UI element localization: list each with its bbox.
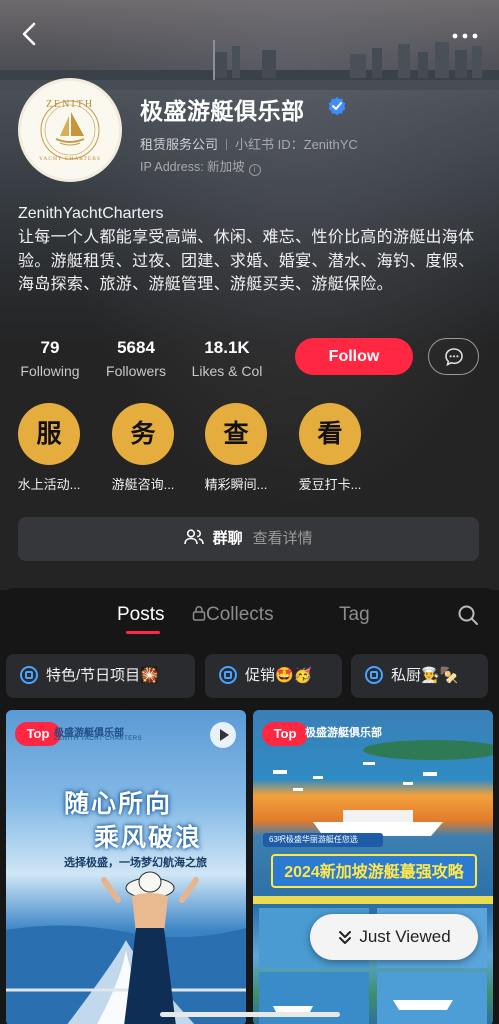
group-chat-title: 群聊 xyxy=(212,530,243,547)
album-chip-festival[interactable]: 特色/节日项目🎇 xyxy=(6,654,195,698)
album-chip-label: 私厨👨‍🍳🍢 xyxy=(391,667,459,684)
service-caption: 水上活动... xyxy=(17,477,81,492)
service-item-moments[interactable]: 查 精彩瞬间... xyxy=(188,403,284,493)
lock-icon xyxy=(192,605,206,621)
avatar-logo-subtext: YACHT CHARTERS xyxy=(38,156,101,162)
album-chip-label: 特色/节日项目🎇 xyxy=(46,667,159,684)
profile-meta: 租赁服务公司 小红书 ID：ZenithYC xyxy=(140,134,358,153)
album-icon xyxy=(219,666,237,684)
stat-following[interactable]: 79 Following xyxy=(18,338,82,379)
just-viewed-label: Just Viewed xyxy=(359,927,451,946)
album-icon xyxy=(365,666,383,684)
card-strip: 63呎极盛华丽游艇任您选 xyxy=(263,833,383,847)
ip-address-text: IP Address: 新加坡 xyxy=(140,160,245,174)
stat-label: Likes & Col xyxy=(191,363,263,379)
service-icon: 务 xyxy=(112,403,174,465)
group-chat-bar[interactable]: 群聊 查看详情 xyxy=(18,517,479,561)
group-people-icon xyxy=(184,529,205,545)
stat-value: 79 xyxy=(40,338,60,357)
tab-tag[interactable]: Tag xyxy=(339,604,370,626)
stat-likes-collects[interactable]: 18.1K Likes & Col xyxy=(186,338,268,379)
tab-bar: Posts Collects Tag xyxy=(0,588,499,644)
album-chip-chef[interactable]: 私厨👨‍🍳🍢 xyxy=(351,654,488,698)
card-headline-2: 乘风破浪 xyxy=(94,823,203,852)
chat-bubble-icon xyxy=(445,348,463,367)
service-caption: 爱豆打卡... xyxy=(298,477,362,492)
search-icon[interactable] xyxy=(457,604,479,626)
post-card-1[interactable]: Top 极盛游艇俱乐部 ZENITH YACHT CHARTERS 随心所向 乘… xyxy=(6,710,246,1024)
stat-label: Followers xyxy=(106,363,166,379)
avatar[interactable]: ZENITH YACHT CHARTERS xyxy=(18,78,122,182)
stat-value: 18.1K xyxy=(204,338,250,357)
service-icon: 看 xyxy=(299,403,361,465)
woman-in-hat-image xyxy=(101,871,199,1024)
video-play-icon xyxy=(210,722,236,748)
card-headline-1: 随心所向 xyxy=(64,789,173,818)
divider xyxy=(226,139,228,150)
album-chip-label: 促销🤩🥳 xyxy=(245,667,313,684)
active-tab-indicator xyxy=(126,631,160,634)
service-item-activities[interactable]: 服 水上活动... xyxy=(1,403,97,493)
service-item-consult[interactable]: 务 游艇咨询... xyxy=(95,403,191,493)
home-indicator[interactable] xyxy=(160,1012,340,1017)
verified-badge-icon xyxy=(328,97,346,116)
group-chat-detail: 查看详情 xyxy=(252,530,313,547)
service-caption: 精彩瞬间... xyxy=(204,477,268,492)
profile-name: 极盛游艇俱乐部 xyxy=(140,98,305,124)
album-icon xyxy=(20,666,38,684)
double-chevron-down-icon xyxy=(339,931,352,944)
tab-posts[interactable]: Posts xyxy=(117,604,165,626)
message-button[interactable] xyxy=(428,338,479,375)
top-badge: Top xyxy=(262,722,308,746)
stat-value: 5684 xyxy=(117,338,155,357)
post-card-2[interactable]: Top 极盛游艇俱乐部 63呎极盛华丽游艇任您选 2024新加坡游艇蕞强攻略 xyxy=(253,710,493,1024)
album-chip-promo[interactable]: 促销🤩🥳 xyxy=(205,654,342,698)
card-tagline: 选择极盛，一场梦幻航海之旅 xyxy=(64,857,207,869)
service-icon: 服 xyxy=(18,403,80,465)
back-arrow-icon[interactable] xyxy=(14,18,46,50)
sailboat-logo-icon xyxy=(40,100,100,160)
service-item-checkin[interactable]: 看 爱豆打卡... xyxy=(282,403,378,493)
profile-id: 小红书 ID：ZenithYC xyxy=(235,137,358,152)
follow-button[interactable]: Follow xyxy=(295,338,413,375)
tab-collects[interactable]: Collects xyxy=(192,604,274,626)
profile-header: ZENITH YACHT CHARTERS 极盛游艇俱乐部 租赁服务公司 小红书 … xyxy=(0,0,499,590)
more-options-icon[interactable] xyxy=(445,18,485,50)
just-viewed-button[interactable]: Just Viewed xyxy=(310,914,478,960)
service-icon: 查 xyxy=(205,403,267,465)
card-brand-sub: ZENITH YACHT CHARTERS xyxy=(54,736,143,742)
profile-category: 租赁服务公司 xyxy=(140,137,219,152)
card-brand: 极盛游艇俱乐部 xyxy=(305,727,382,739)
profile-bio: 让每一个人都能享受高端、休闲、难忘、性价比高的游艇出海体验。游艇租赁、过夜、团建… xyxy=(18,229,475,293)
info-icon[interactable]: i xyxy=(248,164,261,176)
ip-address: IP Address: 新加坡 i xyxy=(140,156,261,176)
tab-collects-label: Collects xyxy=(206,604,274,625)
top-bar xyxy=(0,14,499,54)
content-panel: Posts Collects Tag 特色/节日项目🎇 促销🤩🥳 私厨👨‍🍳🍢 xyxy=(0,588,499,1024)
stat-followers[interactable]: 5684 Followers xyxy=(102,338,170,379)
stat-label: Following xyxy=(20,363,80,379)
service-caption: 游艇咨询... xyxy=(111,477,175,492)
profile-handle: ZenithYachtCharters xyxy=(18,205,164,222)
card-title: 2024新加坡游艇蕞强攻略 xyxy=(271,854,477,888)
